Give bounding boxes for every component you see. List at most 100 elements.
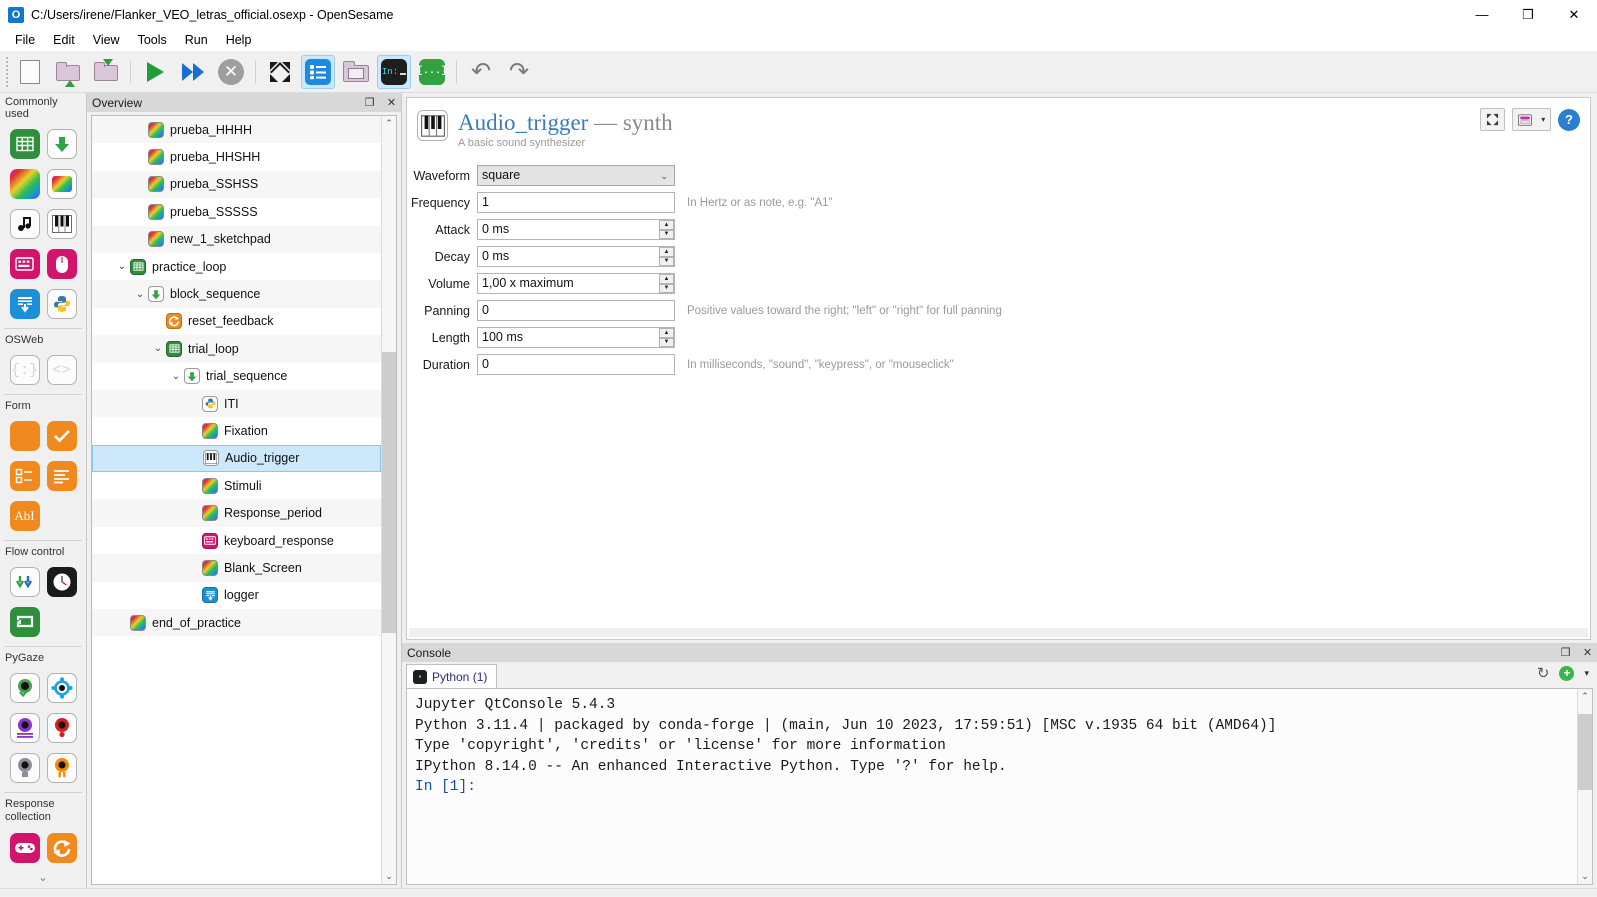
menu-view[interactable]: View [84, 31, 129, 49]
overview-scroll-down-arrow[interactable]: ⌄ [382, 869, 396, 884]
overview-item-prueba_sssss[interactable]: prueba_SSSSS [92, 198, 381, 225]
item-pygaze-start-recording[interactable] [43, 708, 80, 748]
item-feedback[interactable] [43, 164, 80, 204]
waveform-select[interactable]: square ⌄ [477, 165, 675, 186]
overview-item-audio_trigger[interactable]: Audio_trigger [92, 444, 381, 473]
overview-close-icon[interactable]: ✕ [385, 96, 398, 109]
item-advanced-delay[interactable] [43, 562, 80, 602]
length-stepper[interactable]: ▲ ▼ [659, 328, 674, 347]
overview-scroll-track[interactable] [382, 131, 396, 869]
editor-view-toggle-button[interactable]: ▾ [1512, 108, 1551, 131]
overview-item-keyboard_response[interactable]: keyboard_response [92, 527, 381, 554]
item-pygaze-stop-recording[interactable] [6, 748, 43, 788]
sidebar-more-arrow[interactable]: ⌄ [0, 870, 86, 887]
item-form-multiple-choice[interactable] [6, 456, 43, 496]
variable-inspector-button[interactable]: [...] [415, 55, 449, 89]
console-toggle-button[interactable]: In: [377, 54, 411, 89]
item-pygaze-drift-correct[interactable] [43, 668, 80, 708]
item-sampler[interactable] [6, 204, 43, 244]
overview-item-fixation[interactable]: Fixation [92, 417, 381, 444]
overview-scrollbar[interactable]: ⌃ ⌄ [381, 116, 396, 884]
toolbar-grip[interactable] [2, 56, 11, 88]
menu-help[interactable]: Help [217, 31, 261, 49]
overview-scroll-up-arrow[interactable]: ⌃ [382, 116, 396, 131]
run-button[interactable] [138, 55, 172, 89]
item-repeat-cycle[interactable] [6, 602, 43, 642]
decay-stepper[interactable]: ▲ ▼ [659, 247, 674, 266]
redo-button[interactable]: ↷ [502, 55, 536, 89]
length-input[interactable]: 100 ms [477, 327, 675, 348]
item-mouse-response[interactable] [43, 244, 80, 284]
frequency-input[interactable]: 1 [477, 192, 675, 213]
overview-item-prueba_sshss[interactable]: prueba_SSHSS [92, 170, 381, 199]
item-synth[interactable] [43, 204, 80, 244]
quit-button[interactable]: ✕ [214, 55, 248, 89]
console-scroll-track[interactable] [1578, 704, 1592, 869]
item-pygaze-log[interactable] [6, 708, 43, 748]
run-in-window-button[interactable] [176, 55, 210, 89]
chevron-down-icon[interactable]: ⌄ [114, 261, 130, 272]
console-scroll-down-arrow[interactable]: ⌄ [1578, 869, 1592, 884]
menu-tools[interactable]: Tools [129, 31, 176, 49]
new-console-icon[interactable]: + [1559, 665, 1575, 681]
overview-toggle-button[interactable] [301, 54, 335, 89]
item-pygaze-wait[interactable] [43, 748, 80, 788]
item-keyboard-response[interactable] [6, 244, 43, 284]
item-inline-javascript[interactable]: {:} [6, 350, 43, 390]
overview-item-response_period[interactable]: Response_period [92, 499, 381, 527]
overview-item-stimuli[interactable]: Stimuli [92, 472, 381, 499]
volume-stepper[interactable]: ▲ ▼ [659, 274, 674, 293]
console-scroll-thumb[interactable] [1578, 713, 1592, 790]
item-reset-feedback[interactable] [43, 828, 80, 868]
overview-item-prueba_hhhh[interactable]: prueba_HHHH [92, 116, 381, 144]
attack-input[interactable]: 0 ms [477, 219, 675, 240]
save-file-button[interactable] [89, 55, 123, 89]
panning-input[interactable]: 0 [477, 300, 675, 321]
overview-item-end_of_practice[interactable]: end_of_practice [92, 609, 381, 637]
editor-fullscreen-button[interactable] [1480, 108, 1505, 131]
editor-horizontal-scrollbar[interactable] [409, 628, 1588, 637]
item-form-consent[interactable] [43, 416, 80, 456]
editor-help-button[interactable]: ? [1558, 108, 1580, 131]
overview-item-prueba_hhshh[interactable]: prueba_HHSHH [92, 143, 381, 170]
open-file-button[interactable] [51, 55, 85, 89]
console-close-icon[interactable]: ✕ [1581, 646, 1594, 659]
fullscreen-button[interactable] [263, 55, 297, 89]
restart-kernel-icon[interactable]: ↻ [1537, 664, 1550, 682]
overview-item-logger[interactable]: logger [92, 582, 381, 609]
attack-stepper[interactable]: ▲ ▼ [659, 220, 674, 239]
chevron-down-icon[interactable]: ⌄ [132, 289, 148, 300]
item-sketchpad[interactable] [6, 164, 43, 204]
menu-run[interactable]: Run [176, 31, 217, 49]
attack-stepper-down[interactable]: ▼ [659, 229, 674, 239]
console-output-area[interactable]: Jupyter QtConsole 5.4.3 Python 3.11.4 | p… [406, 688, 1593, 885]
decay-stepper-down[interactable]: ▼ [659, 256, 674, 266]
overview-item-block_sequence[interactable]: ⌄ block_sequence [92, 280, 381, 308]
item-form-text-display[interactable] [43, 456, 80, 496]
chevron-down-icon[interactable]: ⌄ [168, 371, 184, 382]
overview-scroll-thumb[interactable] [382, 352, 396, 633]
item-joystick[interactable] [6, 828, 43, 868]
menu-file[interactable]: File [6, 31, 44, 49]
length-stepper-up[interactable]: ▲ [659, 328, 674, 338]
volume-stepper-up[interactable]: ▲ [659, 274, 674, 284]
decay-input[interactable]: 0 ms [477, 246, 675, 267]
new-file-button[interactable] [13, 55, 47, 89]
close-button[interactable]: ✕ [1551, 0, 1597, 29]
console-scrollbar[interactable]: ⌃ ⌄ [1577, 689, 1592, 884]
volume-stepper-down[interactable]: ▼ [659, 283, 674, 293]
attack-stepper-up[interactable]: ▲ [659, 220, 674, 230]
item-inline-html[interactable]: <> [43, 350, 80, 390]
console-scroll-up-arrow[interactable]: ⌃ [1578, 689, 1592, 704]
decay-stepper-up[interactable]: ▲ [659, 247, 674, 257]
item-loop[interactable] [6, 124, 43, 164]
console-float-icon[interactable]: ❐ [1559, 646, 1572, 659]
item-inline-script[interactable] [43, 284, 80, 324]
overview-item-trial_sequence[interactable]: ⌄ trial_sequence [92, 363, 381, 390]
duration-input[interactable]: 0 [477, 354, 675, 375]
tab-python-1[interactable]: ▪ Python (1) [406, 664, 498, 688]
menu-edit[interactable]: Edit [44, 31, 84, 49]
chevron-down-icon[interactable]: ⌄ [150, 343, 166, 354]
item-sequence[interactable] [43, 124, 80, 164]
length-stepper-down[interactable]: ▼ [659, 337, 674, 347]
